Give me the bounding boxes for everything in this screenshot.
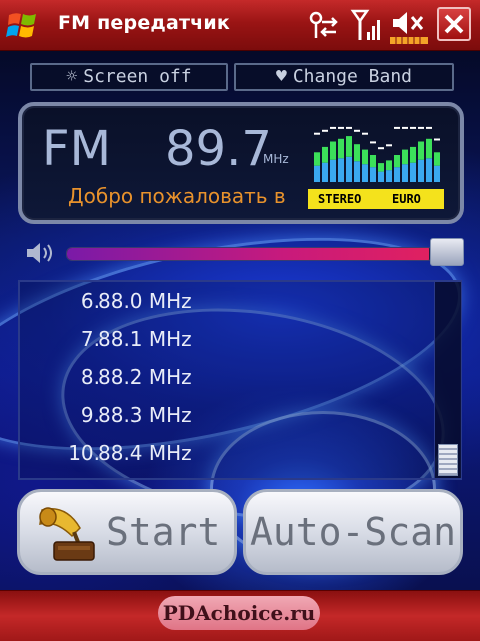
screen-off-button[interactable]: ☼ Screen off xyxy=(30,63,228,91)
preset-frequency: 88.3 MHz xyxy=(98,403,192,427)
preset-frequency: 88.4 MHz xyxy=(98,441,192,465)
equalizer-bar-high xyxy=(346,136,352,157)
title-bar: FM передатчик xyxy=(0,0,480,51)
equalizer-bar-high xyxy=(322,146,328,163)
equalizer-bar-low xyxy=(402,164,408,182)
equalizer-peak xyxy=(378,147,384,150)
equalizer-bar-low xyxy=(322,162,328,182)
frequency-display: FM 89.7 MHz Добро пожаловать в STEREO EU… xyxy=(18,102,464,224)
equalizer-bar-low xyxy=(354,161,360,182)
stereo-badge: STEREO EURO xyxy=(308,189,444,209)
frequency-unit: MHz xyxy=(263,152,289,166)
preset-list[interactable]: 6. 88.0 MHz 7. 88.1 MHz 8. 88.2 MHz 9. 8… xyxy=(18,280,462,480)
volume-knob[interactable] xyxy=(430,238,464,266)
preset-number: 10. xyxy=(68,441,100,465)
preset-item[interactable]: 10. 88.4 MHz xyxy=(20,434,430,472)
equalizer-bar-low xyxy=(426,158,432,182)
equalizer-bar-high xyxy=(434,152,440,166)
equalizer-bar-high xyxy=(426,138,432,159)
watermark: PDAchoice.ru xyxy=(158,596,320,630)
preset-frequency: 88.2 MHz xyxy=(98,365,192,389)
equalizer-bar-high xyxy=(338,138,344,159)
equalizer-peak xyxy=(322,129,328,132)
volume-slider[interactable] xyxy=(66,247,434,261)
preset-item[interactable]: 6. 88.0 MHz xyxy=(20,282,430,320)
autoscan-label: Auto-Scan xyxy=(250,510,456,554)
equalizer-peak xyxy=(354,129,360,132)
equalizer-peak xyxy=(346,126,352,129)
change-band-button[interactable]: ♥ Change Band xyxy=(234,63,454,91)
equalizer-bar-low xyxy=(386,170,392,182)
equalizer-bar-high xyxy=(370,155,376,168)
equalizer-bar-low xyxy=(362,164,368,182)
scroll-thumb[interactable] xyxy=(438,444,458,476)
equalizer-peak xyxy=(330,126,336,129)
equalizer-peak xyxy=(386,144,392,147)
stereo-label: STEREO xyxy=(318,192,362,206)
equalizer-bar-high xyxy=(378,163,384,172)
screen-off-label: Screen off xyxy=(83,66,192,87)
equalizer-peak xyxy=(410,126,416,129)
equalizer-bar-high xyxy=(418,141,424,160)
equalizer-bar-high xyxy=(386,160,392,171)
preset-scrollbar[interactable] xyxy=(434,282,461,478)
preset-item[interactable]: 8. 88.2 MHz xyxy=(20,358,430,396)
equalizer-bar-low xyxy=(346,156,352,182)
equalizer-peak xyxy=(338,126,344,129)
signal-icon[interactable] xyxy=(350,8,384,42)
equalizer-bar-low xyxy=(394,167,400,182)
equalizer-bar-low xyxy=(330,159,336,182)
equalizer-peak xyxy=(402,126,408,129)
preset-frequency: 88.0 MHz xyxy=(98,289,192,313)
equalizer-visualizer xyxy=(314,126,440,182)
app-title: FM передатчик xyxy=(58,12,231,34)
equalizer-peak xyxy=(314,132,320,135)
equalizer-bar-low xyxy=(314,165,320,182)
frequency-value: 89.7 xyxy=(165,121,272,177)
close-icon xyxy=(444,14,464,34)
windows-flag-icon[interactable] xyxy=(6,9,40,41)
equalizer-bar-high xyxy=(410,146,416,163)
rds-text: Добро пожаловать в xyxy=(68,184,286,208)
equalizer-bar-high xyxy=(354,144,360,162)
equalizer-bar-high xyxy=(362,149,368,165)
equalizer-peak xyxy=(362,132,368,135)
connectivity-icon[interactable] xyxy=(306,8,340,42)
gramophone-icon xyxy=(36,502,98,564)
volume-fill xyxy=(67,248,430,260)
equalizer-bar-low xyxy=(370,167,376,182)
equalizer-peak xyxy=(394,126,400,129)
change-band-label: Change Band xyxy=(292,66,413,87)
equalizer-bar-low xyxy=(418,159,424,182)
sun-icon: ☼ xyxy=(66,66,78,87)
equalizer-bar-low xyxy=(338,158,344,182)
equalizer-peak xyxy=(418,126,424,129)
antenna-icon: ♥ xyxy=(275,66,287,87)
equalizer-bar-low xyxy=(378,171,384,182)
autoscan-button[interactable]: Auto-Scan xyxy=(243,489,463,575)
volume-icon[interactable] xyxy=(25,240,61,266)
start-button[interactable]: Start xyxy=(17,489,237,575)
close-button[interactable] xyxy=(437,7,471,41)
preset-frequency: 88.1 MHz xyxy=(98,327,192,351)
equalizer-peak xyxy=(426,126,432,129)
equalizer-bar-high xyxy=(330,141,336,160)
equalizer-bar-high xyxy=(314,152,320,166)
region-label: EURO xyxy=(392,192,421,206)
equalizer-bar-high xyxy=(402,149,408,165)
preset-item[interactable]: 9. 88.3 MHz xyxy=(20,396,430,434)
speaker-muted-icon[interactable] xyxy=(390,8,428,44)
equalizer-peak xyxy=(370,141,376,144)
equalizer-peak xyxy=(434,138,440,141)
band-label: FM xyxy=(42,121,112,177)
equalizer-bar-low xyxy=(434,165,440,182)
preset-item[interactable]: 7. 88.1 MHz xyxy=(20,320,430,358)
start-label: Start xyxy=(106,510,221,554)
equalizer-bar-high xyxy=(394,155,400,168)
equalizer-bar-low xyxy=(410,162,416,182)
